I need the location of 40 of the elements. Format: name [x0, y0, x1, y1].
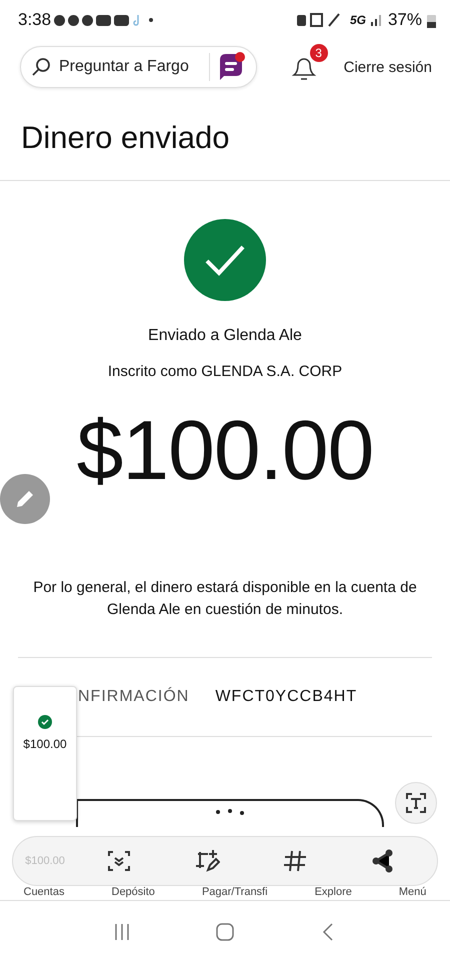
amount: $100.00 [76, 402, 374, 499]
search-icon [31, 57, 51, 77]
nav-tab[interactable]: Depósito [112, 886, 155, 898]
more-dot-icon [149, 18, 154, 22]
amount: $100.00 [23, 737, 67, 751]
hashtag-icon[interactable] [282, 848, 308, 874]
success-check-icon [38, 715, 52, 729]
dots-icon [215, 809, 245, 815]
confirmation-label: NFIRMACIÓN [78, 688, 190, 706]
battery-percent: 37% [388, 10, 422, 30]
recipient-text: Enviado a Glenda Ale [148, 327, 302, 345]
success-check-icon [184, 219, 266, 301]
chat-assistant-icon[interactable] [218, 52, 246, 82]
page-title: Dinero enviado [20, 119, 231, 157]
pencil-icon [15, 489, 35, 509]
edit-button[interactable] [0, 474, 50, 524]
availability-note: Por lo general, el dinero estará disponible en la cuenta de Glenda Ale en cuestión de minutos. [32, 578, 418, 620]
draw-icon[interactable] [194, 848, 220, 874]
network-type: 5G [350, 13, 366, 27]
notification-badge: 3 [310, 44, 328, 62]
nav-tab[interactable]: Cuentas [24, 886, 64, 898]
text-scan-icon [405, 792, 427, 814]
search-field[interactable]: Preguntar a Fargo [59, 58, 201, 76]
battery-icon [427, 12, 436, 28]
enrolled-name: Inscrito como GLENDA S.A. CORP [108, 363, 342, 380]
text-extract-button[interactable] [395, 782, 437, 824]
scroll-capture-icon[interactable] [106, 848, 132, 874]
nav-tab[interactable]: Menú [398, 886, 426, 898]
screenshot-thumbnail[interactable]: $100.00 [13, 686, 77, 821]
music-note-icon [132, 14, 140, 26]
outlined-button[interactable] [76, 799, 384, 827]
search-bar[interactable]: Preguntar a Fargo [20, 46, 257, 88]
confirmation-code: WFCT0YCCB4HT [215, 688, 358, 706]
nav-tab[interactable]: Pagar/Transfi [202, 886, 268, 898]
amount: $100.00 [25, 855, 65, 867]
signal-icon [370, 14, 383, 26]
home-icon[interactable] [214, 922, 235, 942]
clock: 3:38 [18, 10, 52, 30]
logout-link[interactable]: Cierre sesión [344, 58, 432, 76]
nav-tab[interactable]: Explore [314, 886, 352, 898]
